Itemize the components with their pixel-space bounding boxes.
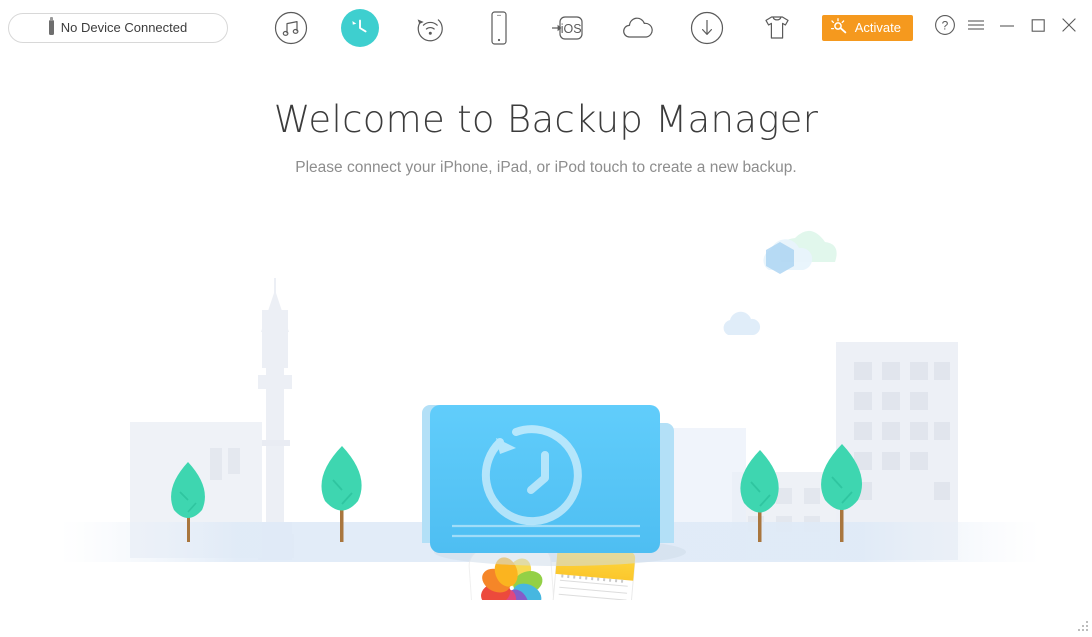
toolbar-item-backup[interactable] <box>337 5 383 51</box>
close-button[interactable] <box>1056 13 1082 43</box>
clock-restore-circle-icon <box>340 8 380 48</box>
toolbar-item-device[interactable] <box>476 5 522 51</box>
toolbar-item-cloud[interactable] <box>615 5 661 51</box>
cloud-icon <box>618 13 658 43</box>
hamburger-menu-icon <box>967 18 985 37</box>
device-status-button[interactable]: No Device Connected <box>8 12 228 43</box>
cloud-group <box>723 230 837 335</box>
welcome-section: Welcome to Backup Manager Please connect… <box>0 98 1092 177</box>
connector-plug-icon <box>48 17 54 35</box>
toolbar: iOS <box>228 5 822 51</box>
tshirt-icon <box>760 12 794 44</box>
minimize-icon <box>999 19 1015 37</box>
minimize-button[interactable] <box>994 13 1020 43</box>
toolbar-item-wireless[interactable] <box>407 5 453 51</box>
maximize-button[interactable] <box>1025 13 1051 43</box>
activate-label: Activate <box>854 20 901 35</box>
wifi-transfer-icon <box>412 11 448 45</box>
svg-text:?: ? <box>942 18 949 32</box>
maximize-icon <box>1031 18 1046 38</box>
help-button[interactable]: ? <box>932 13 958 43</box>
activate-button[interactable]: Activate <box>821 14 913 41</box>
toolbar-item-music[interactable] <box>268 5 314 51</box>
toolbar-item-download[interactable] <box>684 5 730 51</box>
device-status-label: No Device Connected <box>60 20 188 35</box>
sparkle-key-icon <box>830 18 849 37</box>
to-ios-icon: iOS <box>549 11 589 45</box>
title-bar: No Device Connected iOS Activate ? <box>0 0 1092 55</box>
page-subtitle: Please connect your iPhone, iPad, or iPo… <box>295 158 797 176</box>
download-circle-icon <box>690 11 724 45</box>
page-title: Welcome to Backup Manager <box>273 98 819 141</box>
toolbar-item-toios[interactable]: iOS <box>546 5 592 51</box>
close-icon <box>1061 17 1077 38</box>
question-circle-icon: ? <box>934 14 956 41</box>
phone-icon <box>487 10 511 46</box>
blue-backup-folder <box>430 405 660 553</box>
menu-button[interactable] <box>963 13 989 43</box>
svg-text:iOS: iOS <box>560 22 581 36</box>
backup-city-illustration: A B C D <box>0 200 1092 600</box>
toolbar-item-toolkit[interactable] <box>754 5 800 51</box>
resize-grip-icon[interactable] <box>1077 619 1089 631</box>
window-actions: Activate ? <box>821 13 1082 43</box>
music-note-circle-icon <box>274 11 308 45</box>
